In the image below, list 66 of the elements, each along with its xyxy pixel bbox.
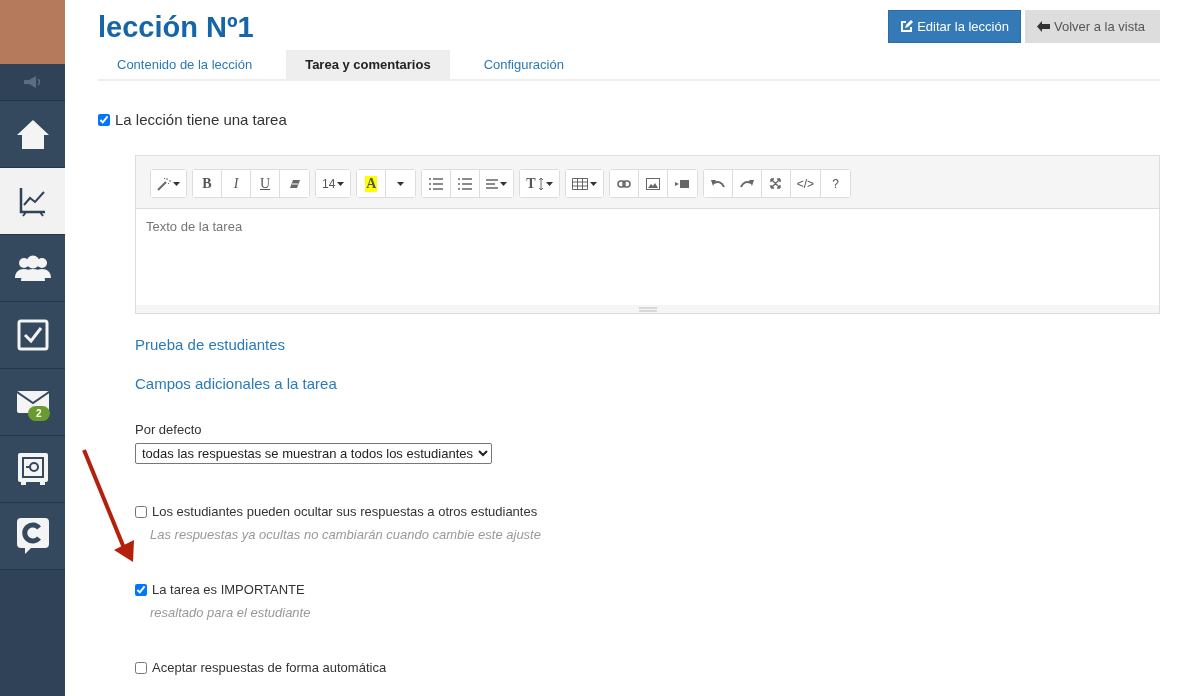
caret-icon: [337, 182, 345, 186]
bullets-button[interactable]: [422, 170, 452, 197]
line-height-button[interactable]: T: [520, 170, 559, 197]
caret-icon: [500, 182, 508, 186]
picture-icon: [645, 177, 660, 190]
chart-easel-icon: [17, 185, 48, 217]
safe-icon: [16, 452, 49, 486]
undo-button[interactable]: [703, 170, 733, 197]
bullets-icon: [429, 177, 444, 190]
page-title: lección Nº1: [98, 10, 254, 44]
resize-handle[interactable]: [638, 306, 657, 312]
table-button[interactable]: [565, 170, 603, 197]
section-link[interactable]: Prueba de estudiantes: [135, 336, 286, 353]
hint-text: Las respuestas ya ocultas no cambiarán cuando cambie este ajuste: [150, 527, 542, 542]
sidebar-item[interactable]: [0, 302, 65, 369]
height-icon: [537, 176, 544, 191]
redo-icon: [739, 179, 754, 188]
tab[interactable]: Configuración: [464, 50, 583, 79]
arrow-left-icon: [1036, 21, 1050, 32]
home-icon: [15, 118, 50, 150]
checkbox[interactable]: [135, 505, 147, 518]
undo-icon: [710, 179, 725, 188]
photo-placeholder: [0, 0, 65, 64]
align-icon: [486, 178, 499, 189]
caret-icon: [397, 182, 405, 186]
checkbox-label: Aceptar respuestas de forma automática: [152, 660, 387, 675]
numbers-icon: [458, 177, 473, 190]
edit-button[interactable]: Editar la lección: [888, 10, 1021, 43]
chat-bubble-icon: [16, 518, 49, 554]
sidebar-item[interactable]: [0, 503, 65, 570]
sidebar-item[interactable]: [0, 101, 65, 168]
checkbox[interactable]: [135, 583, 147, 596]
back-button[interactable]: Volver a la vista: [1024, 10, 1160, 43]
visibility-select[interactable]: todas las respuestas se muestran a todos los estudiantes: [135, 443, 492, 464]
count-badge: 2: [28, 406, 50, 421]
tab[interactable]: Contenido de la lección: [98, 50, 272, 79]
hint-text: resaltado para el estudiante: [150, 605, 312, 620]
table-icon: [571, 177, 588, 190]
magic-button[interactable]: [151, 170, 186, 197]
eraser-icon: [288, 178, 301, 189]
sidebar-item[interactable]: [0, 168, 65, 235]
bold-button[interactable]: B: [193, 170, 222, 197]
font-size-button[interactable]: 14: [316, 170, 351, 197]
checkbox-label: La lección tiene una tarea: [115, 111, 287, 128]
caret-icon: [545, 182, 553, 186]
caret-icon: [589, 182, 597, 186]
users-icon: [14, 254, 51, 282]
checkbox-icon: [16, 319, 49, 351]
magic-icon: [157, 176, 171, 191]
checkbox[interactable]: [135, 661, 147, 674]
checkbox-label: La tarea es IMPORTANTE: [152, 582, 305, 597]
caret-icon: [173, 182, 180, 186]
link-button[interactable]: [609, 170, 639, 197]
sidebar-item[interactable]: [0, 436, 65, 503]
field-label: Por defecto: [135, 422, 203, 437]
checkbox[interactable]: [98, 113, 110, 126]
link-icon: [616, 179, 631, 188]
checkbox-label: Los estudiantes pueden ocultar sus respuestas a otros estudiantes: [152, 504, 538, 519]
video-icon: [675, 179, 690, 188]
text-color-button[interactable]: A: [357, 170, 387, 197]
tab[interactable]: Tarea y comentarios: [286, 50, 450, 79]
edit-icon: [900, 20, 914, 33]
fullscreen-icon: [770, 178, 782, 189]
sidebar-item[interactable]: [0, 235, 65, 302]
text-editor[interactable]: B I U 14 A T </> ? Texto de la tarea: [135, 155, 1160, 314]
section-link[interactable]: Campos adicionales a la tarea: [135, 375, 337, 392]
